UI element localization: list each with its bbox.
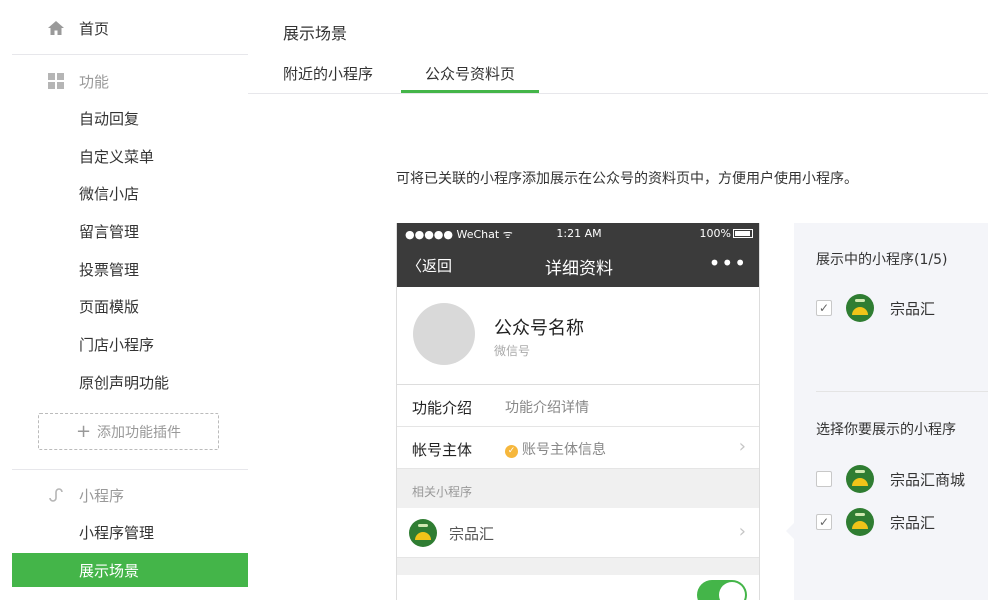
toggle-row <box>397 575 759 600</box>
miniprogram-logo-icon <box>846 508 874 536</box>
phone-preview: ●●●●● WeChat ᯤ 1:21 AM 100% 〈返回 详细资料 •••… <box>396 223 760 600</box>
tab-account-profile[interactable]: 公众号资料页 <box>401 63 539 93</box>
miniprogram-name: 宗品汇 <box>890 299 936 318</box>
sidebar-item-label: 小程序管理 <box>79 523 155 542</box>
choose-miniprogram-item[interactable]: 宗品汇商城 <box>816 464 965 494</box>
sidebar-divider <box>12 54 248 55</box>
account-wechat-id: 微信号 <box>494 344 531 358</box>
sidebar-item-display-scene[interactable]: 展示场景 <box>12 553 248 587</box>
sidebar-item-auto-reply[interactable]: 自动回复 <box>12 101 248 135</box>
panel-divider <box>816 391 988 392</box>
sidebar-item-miniprogram-manage[interactable]: 小程序管理 <box>12 515 248 549</box>
intro-key: 功能介绍 <box>412 399 473 417</box>
sidebar-item-label: 门店小程序 <box>79 335 155 354</box>
chevron-right-icon: › <box>738 521 746 542</box>
tabs-divider <box>248 93 988 94</box>
checkbox[interactable]: ✓ <box>816 300 832 316</box>
owner-row[interactable]: 帐号主体 ✓ 账号主体信息 › <box>397 427 759 469</box>
checkbox[interactable] <box>816 471 832 487</box>
miniprogram-logo-icon <box>846 294 874 322</box>
sidebar-section-miniprogram-label: 小程序 <box>79 486 125 505</box>
chevron-right-icon: › <box>738 436 746 457</box>
sidebar-item-label: 原创声明功能 <box>79 373 170 392</box>
page-description: 可将已关联的小程序添加展示在公众号的资料页中，方便用户使用小程序。 <box>396 171 858 187</box>
sidebar-section-miniprogram: 小程序 <box>12 477 248 513</box>
choose-miniprograms-title: 选择你要展示的小程序 <box>816 422 956 438</box>
sidebar-item-wechat-store[interactable]: 微信小店 <box>12 176 248 210</box>
more-icon[interactable]: ••• <box>709 251 747 275</box>
sidebar: 首页 功能 自动回复 自定义菜单 微信小店 留言管理 投票管理 页面模版 门店小… <box>0 0 248 600</box>
intro-row: 功能介绍 功能介绍详情 <box>397 385 759 427</box>
sidebar-item-store-miniprogram[interactable]: 门店小程序 <box>12 327 248 361</box>
related-miniprogram-row[interactable]: 宗品汇 › <box>397 508 759 558</box>
sidebar-item-comments[interactable]: 留言管理 <box>12 214 248 248</box>
choose-miniprogram-item[interactable]: ✓ 宗品汇 <box>816 507 935 537</box>
home-icon <box>48 21 64 35</box>
sidebar-item-page-templates[interactable]: 页面模版 <box>12 289 248 323</box>
owner-key: 帐号主体 <box>412 441 473 459</box>
sidebar-item-custom-menu[interactable]: 自定义菜单 <box>12 139 248 173</box>
shown-miniprograms-title: 展示中的小程序(1/5) <box>816 252 948 268</box>
sidebar-item-label: 留言管理 <box>79 222 140 241</box>
sidebar-item-votes[interactable]: 投票管理 <box>12 252 248 286</box>
intro-value: 功能介绍详情 <box>505 400 589 416</box>
sidebar-item-label: 自动回复 <box>79 109 140 128</box>
phone-status-bar: ●●●●● WeChat ᯤ 1:21 AM 100% <box>397 223 759 243</box>
plus-icon: + <box>75 421 92 442</box>
phone-nav-bar: 〈返回 详细资料 ••• <box>397 243 759 287</box>
phone-nav-title: 详细资料 <box>545 259 613 279</box>
sidebar-item-home[interactable]: 首页 <box>12 10 248 46</box>
add-plugin-label: 添加功能插件 <box>97 424 182 441</box>
owner-value-wrap: ✓ 账号主体信息 <box>505 439 606 459</box>
verified-icon: ✓ <box>505 445 518 458</box>
add-plugin-button[interactable]: + 添加功能插件 <box>38 413 219 450</box>
miniprogram-logo-icon <box>409 519 437 547</box>
sidebar-item-label: 微信小店 <box>79 184 140 203</box>
related-miniprogram-name: 宗品汇 <box>449 525 495 543</box>
miniprogram-logo-icon <box>846 465 874 493</box>
grid-icon <box>48 73 64 89</box>
miniprogram-icon <box>49 488 63 502</box>
checkbox[interactable]: ✓ <box>816 514 832 530</box>
sidebar-item-label: 自定义菜单 <box>79 147 155 166</box>
sidebar-item-home-label: 首页 <box>79 19 110 38</box>
sidebar-item-label: 投票管理 <box>79 260 140 279</box>
sidebar-item-label: 页面模版 <box>79 297 140 316</box>
sidebar-section-function: 功能 <box>12 63 248 99</box>
miniprogram-select-panel: 展示中的小程序(1/5) ✓ 宗品汇 选择你要展示的小程序 宗品汇商城 ✓ 宗品… <box>794 223 988 600</box>
app-root: 首页 功能 自动回复 自定义菜单 微信小店 留言管理 投票管理 页面模版 门店小… <box>0 0 1000 600</box>
battery-icon <box>733 229 753 238</box>
miniprogram-name: 宗品汇商城 <box>890 470 966 489</box>
page-title: 展示场景 <box>283 24 348 43</box>
avatar <box>413 303 475 365</box>
sidebar-item-original-declaration[interactable]: 原创声明功能 <box>12 365 248 399</box>
toggle-switch[interactable] <box>697 580 747 600</box>
shown-miniprogram-item[interactable]: ✓ 宗品汇 <box>816 293 935 323</box>
sidebar-section-function-label: 功能 <box>79 72 110 91</box>
account-profile-card: 公众号名称 微信号 <box>397 287 759 385</box>
miniprogram-name: 宗品汇 <box>890 513 936 532</box>
owner-value: 账号主体信息 <box>522 442 606 458</box>
tab-nearby-miniprograms[interactable]: 附近的小程序 <box>283 63 383 93</box>
sidebar-item-label: 展示场景 <box>79 561 140 580</box>
battery-percent: 100% <box>699 227 731 240</box>
account-name: 公众号名称 <box>494 318 584 339</box>
sidebar-divider <box>12 469 248 470</box>
related-miniprograms-label: 相关小程序 <box>412 485 473 499</box>
